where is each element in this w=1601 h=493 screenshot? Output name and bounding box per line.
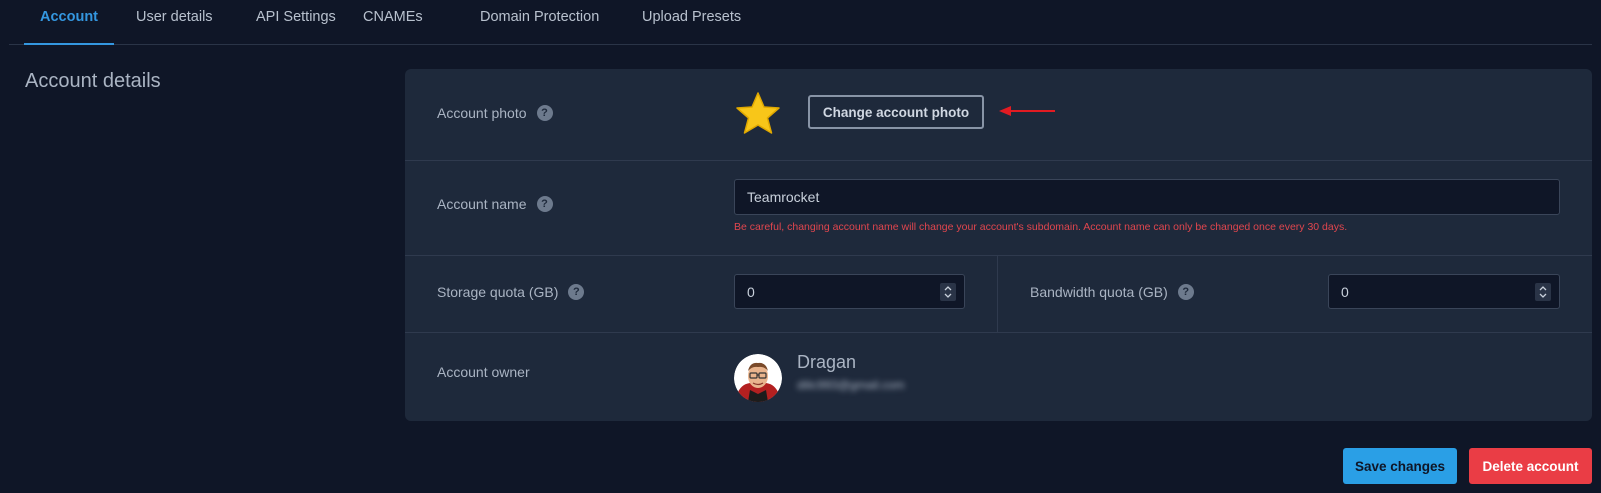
- account-details-card: Account photo ? Change account photo Acc…: [405, 69, 1592, 421]
- storage-quota-value: 0: [747, 283, 755, 300]
- bandwidth-quota-input[interactable]: 0: [1328, 274, 1560, 309]
- section-title: Account details: [25, 70, 161, 92]
- bandwidth-quota-value: 0: [1341, 283, 1349, 300]
- account-name-warning: Be careful, changing account name will c…: [734, 221, 1348, 233]
- spinner-icon[interactable]: [1535, 283, 1551, 301]
- bandwidth-quota-label: Bandwidth quota (GB) ?: [1030, 284, 1194, 300]
- account-name-label: Account name ?: [437, 196, 553, 212]
- bandwidth-quota-label-text: Bandwidth quota (GB): [1030, 284, 1168, 300]
- account-photo-label: Account photo ?: [437, 105, 553, 121]
- arrow-left-icon: [999, 106, 1055, 116]
- save-changes-button[interactable]: Save changes: [1343, 448, 1457, 484]
- help-icon[interactable]: ?: [536, 105, 553, 121]
- change-account-photo-button[interactable]: Change account photo: [808, 95, 984, 129]
- quota-divider: [997, 256, 998, 332]
- owner-email: dilic993@gmail.com: [797, 378, 905, 392]
- account-owner-label: Account owner: [437, 364, 530, 380]
- account-name-input[interactable]: Teamrocket: [734, 179, 1560, 215]
- storage-quota-input[interactable]: 0: [734, 274, 965, 309]
- help-icon[interactable]: ?: [1177, 284, 1194, 300]
- help-icon[interactable]: ?: [536, 196, 553, 212]
- help-icon[interactable]: ?: [568, 284, 585, 300]
- tab-cnames[interactable]: CNAMEs: [363, 0, 423, 44]
- tab-api-settings[interactable]: API Settings: [256, 0, 336, 44]
- avatar: [734, 354, 782, 402]
- star-icon: [736, 92, 780, 134]
- tab-domain-protection[interactable]: Domain Protection: [480, 0, 599, 44]
- storage-quota-label-text: Storage quota (GB): [437, 284, 559, 300]
- account-photo-row: Account photo ? Change account photo: [405, 69, 1592, 161]
- account-name-label-text: Account name: [437, 196, 527, 212]
- delete-account-button[interactable]: Delete account: [1469, 448, 1592, 484]
- tab-bar: Account User details API Settings CNAMEs…: [9, 0, 1592, 45]
- owner-name: Dragan: [797, 352, 857, 372]
- storage-quota-label: Storage quota (GB) ?: [437, 284, 585, 300]
- tab-account[interactable]: Account: [24, 0, 114, 45]
- tab-upload-presets[interactable]: Upload Presets: [642, 0, 741, 44]
- tab-user-details[interactable]: User details: [136, 0, 213, 44]
- spinner-icon[interactable]: [940, 283, 956, 301]
- account-photo-label-text: Account photo: [437, 105, 527, 121]
